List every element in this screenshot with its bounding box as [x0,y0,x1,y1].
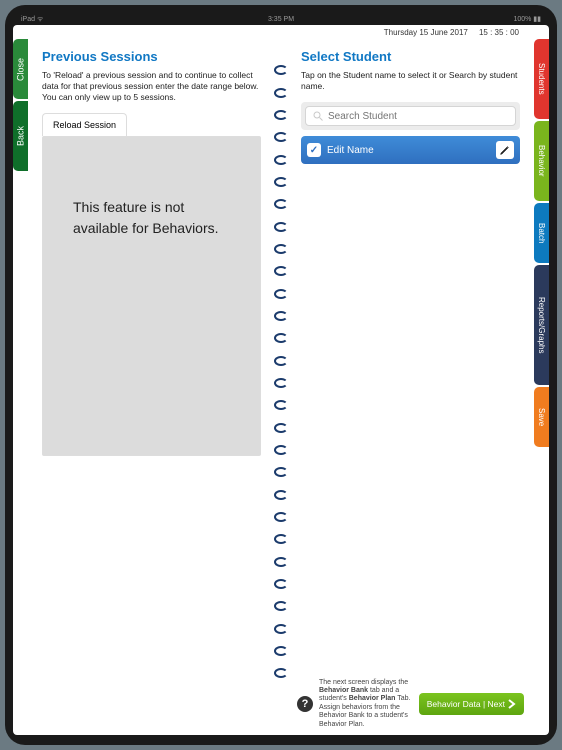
select-student-desc: Tap on the Student name to select it or … [301,70,520,92]
pencil-icon [499,144,511,156]
device-frame: iPad ᯤ 3:35 PM 100% ▮▮ Thursday 15 June … [5,5,557,745]
current-date: Thursday 15 June 2017 [384,28,468,37]
reports-tab[interactable]: Reports/Graphs [534,265,549,385]
feature-unavailable-panel: This feature is not available for Behavi… [42,136,261,456]
right-page-footer: ? The next screen displays the Behavior … [297,679,524,729]
left-spine-tabs: Close Back [13,39,28,735]
right-page: Select Student Tap on the Student name t… [287,39,534,735]
batch-tab[interactable]: Batch [534,203,549,263]
reload-session-tab[interactable]: Reload Session [42,113,127,136]
next-button-label: Behavior Data | Next [427,699,505,709]
search-icon [312,110,324,122]
edit-name-button[interactable] [496,141,514,159]
status-bar: iPad ᯤ 3:35 PM 100% ▮▮ [13,13,549,25]
datetime-bar: Thursday 15 June 2017 15 : 35 : 00 [13,25,549,39]
status-left: iPad ᯤ [21,15,43,24]
behavior-data-next-button[interactable]: Behavior Data | Next [419,693,524,715]
help-icon[interactable]: ? [297,696,313,712]
previous-sessions-desc: To 'Reload' a previous session and to co… [42,70,261,103]
previous-sessions-title: Previous Sessions [42,49,261,64]
student-row[interactable]: ✓ Edit Name [301,136,520,164]
main-area: Close Back Previous Sessions To 'Reload'… [13,39,549,735]
search-container [301,102,520,130]
binder-pages: Previous Sessions To 'Reload' a previous… [28,39,534,735]
screen: Thursday 15 June 2017 15 : 35 : 00 Close… [13,25,549,735]
students-tab[interactable]: Students [534,39,549,119]
right-spine-tabs: Students Behavior Batch Reports/Graphs S… [534,39,549,735]
current-time: 15 : 35 : 00 [479,28,519,37]
chevron-right-icon [508,699,516,709]
close-tab[interactable]: Close [13,39,28,99]
tab-strip: Reload Session [42,113,261,136]
student-row-label: Edit Name [327,145,490,156]
check-icon: ✓ [307,143,321,157]
status-right: 100% ▮▮ [513,15,541,23]
footer-help-text: The next screen displays the Behavior Ba… [319,679,413,729]
search-input[interactable] [328,111,509,122]
left-page: Previous Sessions To 'Reload' a previous… [28,39,275,735]
search-box[interactable] [305,106,516,126]
save-tab[interactable]: Save [534,387,549,447]
behavior-tab[interactable]: Behavior [534,121,549,201]
back-tab[interactable]: Back [13,101,28,171]
status-time: 3:35 PM [268,16,294,23]
select-student-title: Select Student [301,49,520,64]
spiral-binding [275,39,287,735]
feature-unavailable-text: This feature is not available for Behavi… [73,197,230,239]
